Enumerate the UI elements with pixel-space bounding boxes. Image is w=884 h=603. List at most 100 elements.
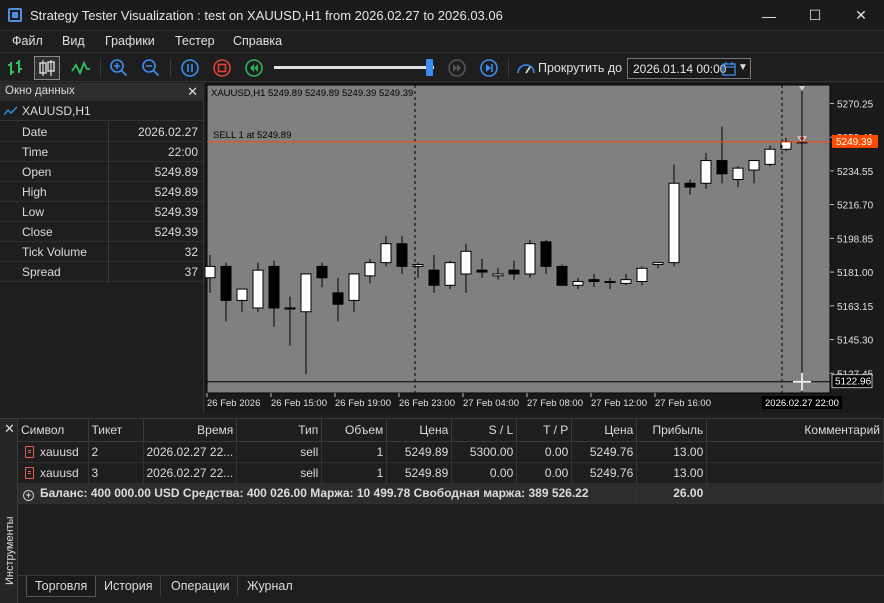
- column-header[interactable]: Цена: [571, 419, 638, 442]
- toolbox-side-strip: ✕ Инструменты: [0, 419, 18, 603]
- toolbar-separator: [508, 58, 509, 78]
- time-axis-label: 26 Feb 19:00: [335, 398, 391, 409]
- candle-body: [540, 241, 552, 267]
- line-chart-button[interactable]: [68, 56, 94, 80]
- data-window-close-icon[interactable]: ✕: [187, 84, 198, 100]
- price-axis-label: 5145.30: [837, 336, 874, 347]
- bar-chart-button[interactable]: [4, 56, 30, 80]
- symbol-cell: xauusd: [40, 444, 79, 459]
- candle-body: [652, 262, 664, 266]
- time-axis-label: 27 Feb 16:00: [655, 398, 711, 409]
- menu-view[interactable]: Вид: [62, 34, 85, 48]
- scroll-date-picker[interactable]: 2026.01.14 00:00 ▼: [627, 58, 751, 79]
- price-axis-label: 5198.85: [837, 234, 874, 245]
- data-row-value: 37: [184, 265, 198, 279]
- candle-body: [700, 160, 712, 184]
- data-row-key: Spread: [22, 265, 61, 279]
- column-header[interactable]: Цена: [386, 419, 453, 442]
- table-cell: [706, 441, 884, 463]
- balance-summary: + Баланс: 400 000.00 USD Средства: 400 02…: [18, 483, 638, 504]
- tab-history[interactable]: История: [96, 576, 162, 597]
- column-divider: [108, 182, 109, 202]
- candle-body: [284, 307, 296, 310]
- column-header[interactable]: Объем: [321, 419, 388, 442]
- column-header[interactable]: Прибыль: [636, 419, 708, 442]
- speed-slider-thumb[interactable]: [425, 59, 433, 76]
- scroll-date-value: 2026.01.14 00:00: [633, 62, 727, 76]
- tab-trade[interactable]: Торговля: [26, 576, 97, 597]
- candle-body: [428, 269, 440, 286]
- candle-body: [316, 265, 328, 279]
- position-icon: [25, 466, 34, 479]
- toolbox-close-icon[interactable]: ✕: [4, 421, 15, 437]
- column-header[interactable]: Тип: [236, 419, 323, 442]
- candlestick-chart-button[interactable]: [34, 56, 60, 80]
- column-header[interactable]: T / P: [516, 419, 573, 442]
- table-cell: 1: [321, 441, 388, 463]
- total-profit: 26.00: [636, 483, 708, 504]
- calendar-icon[interactable]: [722, 62, 736, 76]
- tab-journal[interactable]: Журнал: [239, 576, 301, 597]
- candle-body: [380, 243, 392, 264]
- column-header[interactable]: Время: [143, 419, 238, 442]
- table-row[interactable]: xauusd 2 2026.02.27 22... sell 1 5249.89 5300.…: [18, 441, 884, 463]
- data-row: Open 5249.89: [0, 162, 204, 182]
- table-cell: 5249.76: [571, 462, 638, 484]
- tab-operations[interactable]: Операции: [163, 576, 239, 597]
- step-forward-button[interactable]: [476, 56, 502, 80]
- column-header[interactable]: S / L: [451, 419, 518, 442]
- stop-button[interactable]: [209, 56, 235, 80]
- zoom-out-button[interactable]: [138, 56, 164, 80]
- time-axis-label: 27 Feb 04:00: [463, 398, 519, 409]
- candlestick-chart[interactable]: 5270.255252.405234.555216.705198.855181.…: [205, 83, 884, 413]
- table-cell: 0.00: [516, 462, 573, 484]
- data-row-key: Time: [22, 145, 49, 159]
- expand-icon[interactable]: +: [23, 489, 34, 501]
- chevron-down-icon[interactable]: ▼: [738, 62, 748, 73]
- data-row-key: Open: [22, 165, 52, 179]
- zoom-in-button[interactable]: [106, 56, 132, 80]
- column-divider: [108, 222, 109, 242]
- maximize-button[interactable]: ☐: [792, 0, 838, 31]
- candle-body: [572, 281, 584, 286]
- table-cell: 5249.76: [571, 441, 638, 463]
- data-row: High 5249.89: [0, 182, 204, 202]
- scroll-to-icon-button[interactable]: [513, 56, 539, 80]
- minimize-button[interactable]: —: [746, 0, 792, 31]
- table-cell: 0.00: [451, 462, 518, 484]
- toolbox-label: Инструменты: [4, 516, 16, 585]
- data-row-key: Low: [22, 205, 45, 219]
- data-row-value: 5249.89: [154, 185, 198, 199]
- cursor-time-label: 2026.02.27 22:00: [765, 398, 839, 409]
- data-row-value: 2026.02.27: [137, 125, 198, 139]
- column-header[interactable]: Символ: [18, 419, 89, 442]
- candlestick-icon: [39, 60, 55, 76]
- candle-body: [396, 243, 408, 267]
- bar-chart-icon: [8, 60, 22, 75]
- speed-slider-track[interactable]: [274, 66, 434, 69]
- fast-forward-button[interactable]: [444, 56, 470, 80]
- menu-bar: Файл Вид Графики Тестер Справка: [0, 31, 884, 52]
- data-row-key: Date: [22, 125, 48, 139]
- rewind-button[interactable]: [241, 56, 267, 80]
- data-row-key: Tick Volume: [22, 245, 87, 259]
- table-cell: xauusd: [18, 441, 89, 463]
- table-cell: xauusd: [18, 462, 89, 484]
- pause-button[interactable]: [177, 56, 203, 80]
- candle-body: [620, 279, 632, 284]
- candle-body: [364, 262, 376, 277]
- menu-tester[interactable]: Тестер: [175, 34, 215, 48]
- column-header[interactable]: Тикет: [88, 419, 144, 442]
- data-row: Spread 37: [0, 262, 204, 282]
- close-button[interactable]: ✕: [838, 0, 884, 31]
- table-row[interactable]: xauusd 3 2026.02.27 22... sell 1 5249.89 0.00 0…: [18, 462, 884, 484]
- table-cell: 13.00: [636, 462, 708, 484]
- chart-header: XAUUSD,H1 5249.89 5249.89 5249.39 5249.3…: [211, 88, 413, 99]
- data-row-value: 32: [184, 245, 198, 259]
- candle-body: [556, 265, 568, 286]
- chart-area[interactable]: 5270.255252.405234.555216.705198.855181.…: [205, 83, 884, 413]
- menu-help[interactable]: Справка: [233, 34, 282, 48]
- menu-charts[interactable]: Графики: [105, 34, 155, 48]
- menu-file[interactable]: Файл: [12, 34, 43, 48]
- column-header[interactable]: Комментарий: [706, 419, 884, 442]
